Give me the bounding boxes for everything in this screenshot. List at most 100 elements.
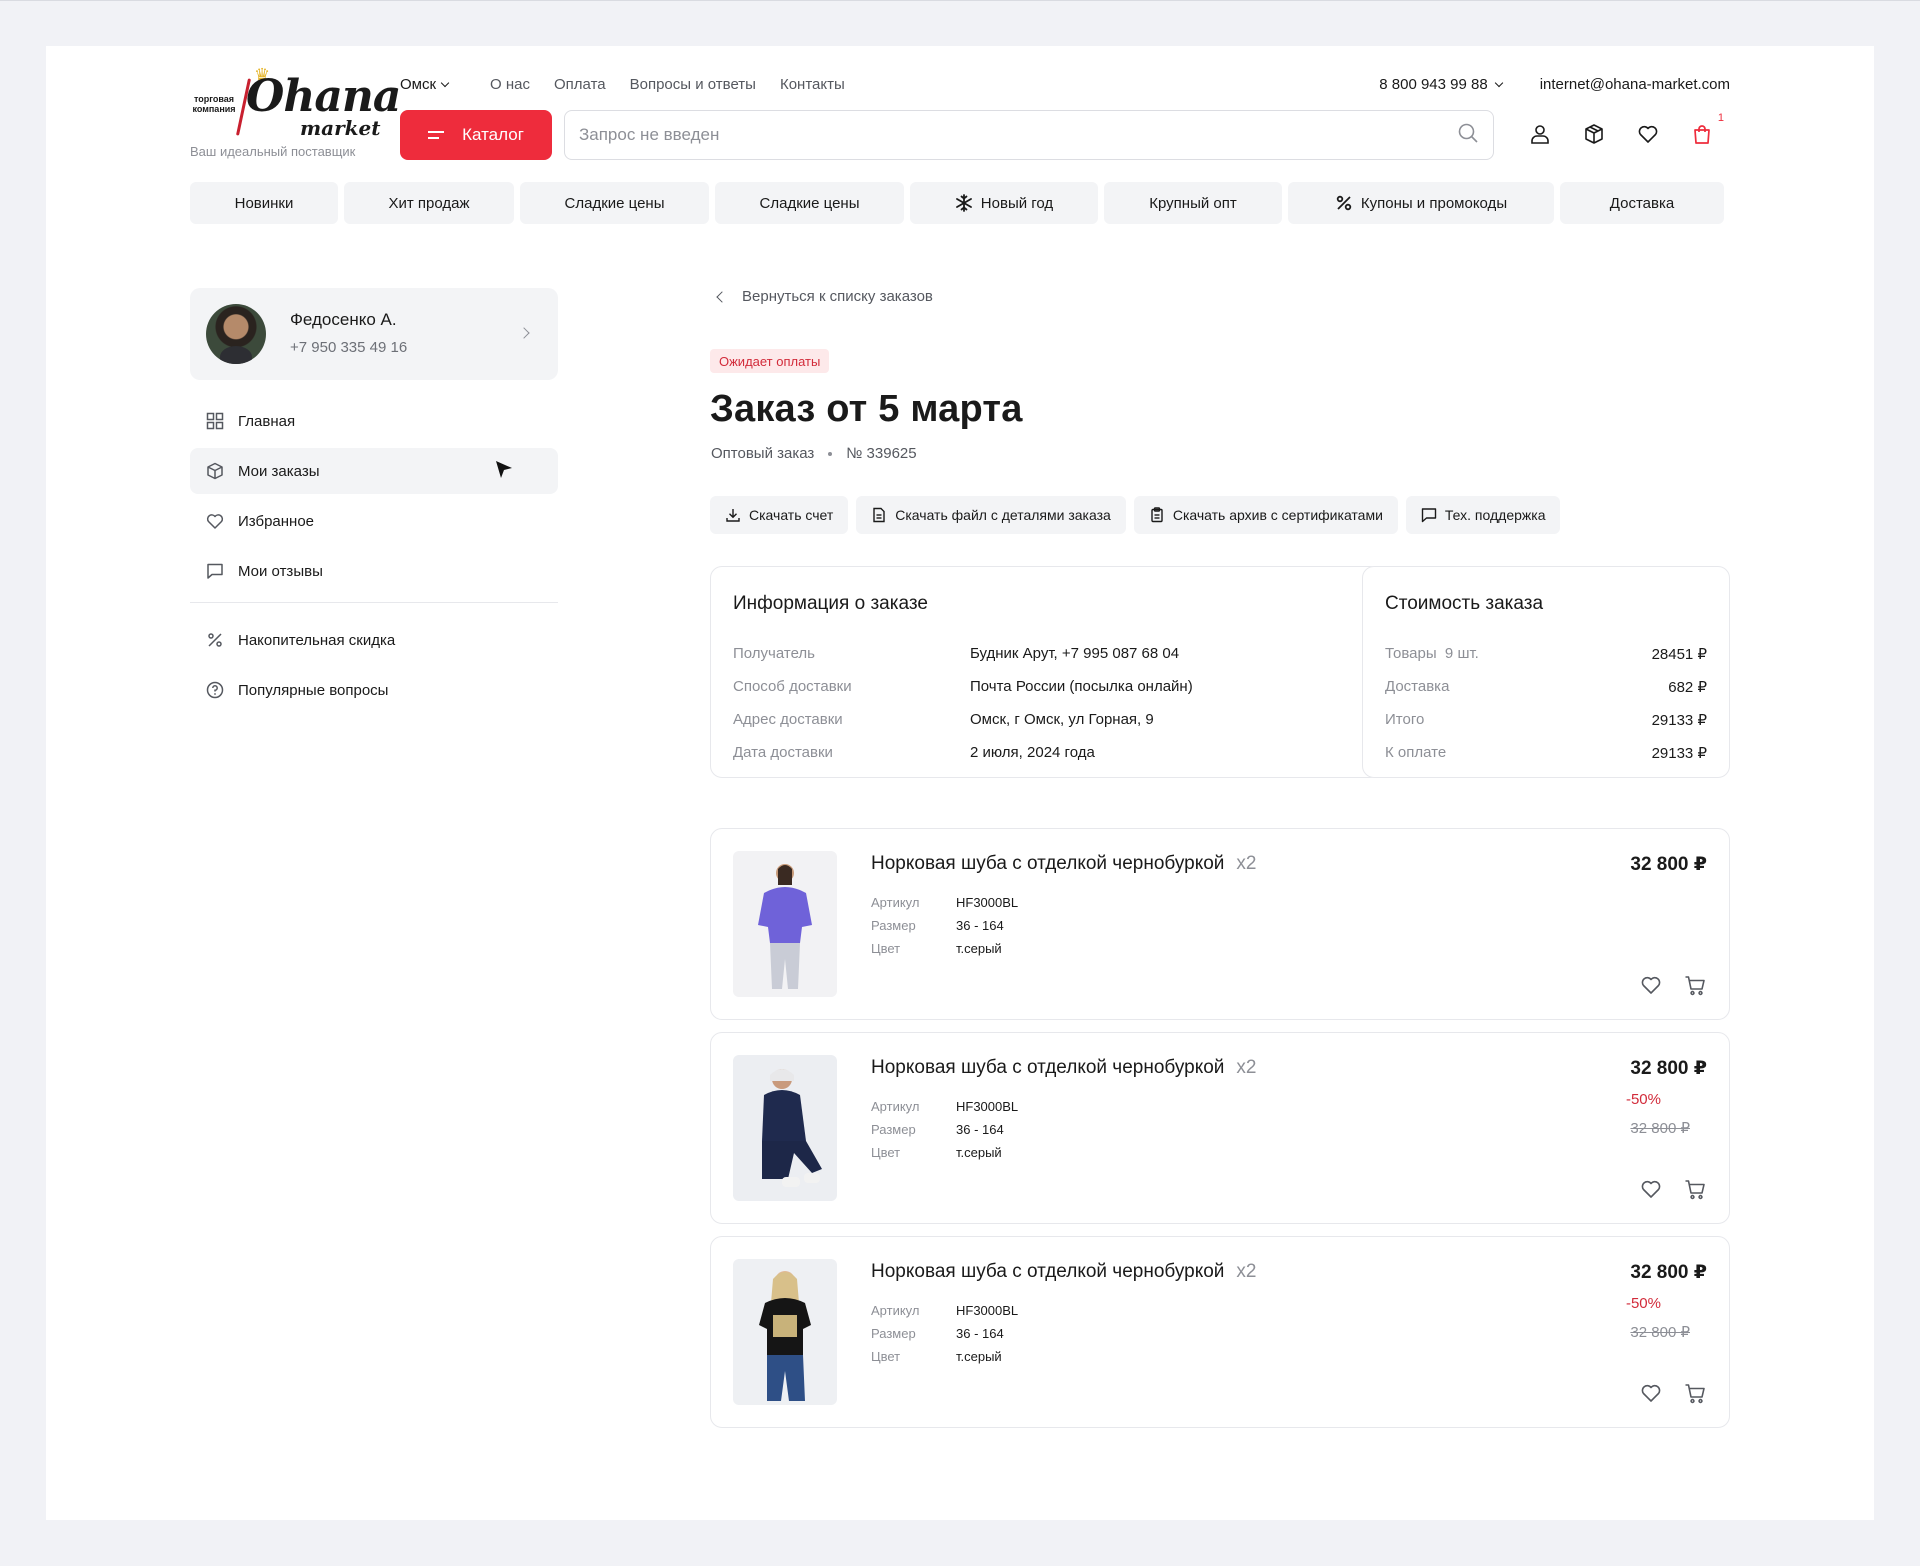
product-image[interactable] bbox=[733, 1055, 837, 1201]
cost-key: Итого bbox=[1385, 711, 1425, 728]
old-price: 32 800 ₽ bbox=[1630, 1120, 1690, 1137]
product-name[interactable]: Норковая шуба с отделкой чернобуркой bbox=[871, 1057, 1224, 1079]
add-to-cart-icon[interactable] bbox=[1683, 1177, 1707, 1201]
profile-phone: +7 950 335 49 16 bbox=[290, 339, 408, 356]
percent-icon bbox=[1336, 195, 1352, 211]
support-button[interactable]: Тех. поддержка bbox=[1405, 496, 1561, 534]
product-card: Норковая шуба с отделкой чернобуркой x2 А… bbox=[710, 1032, 1730, 1224]
product-photo bbox=[762, 1069, 822, 1187]
page-title: Заказ от 5 марта bbox=[710, 388, 1023, 430]
category-wholesale[interactable]: Крупный опт bbox=[1104, 182, 1282, 224]
logo-main-text: Ohana bbox=[246, 71, 401, 122]
logo-sub-text: market bbox=[300, 116, 381, 140]
prop-key: Размер bbox=[871, 1326, 916, 1341]
heart-icon[interactable] bbox=[1639, 1177, 1663, 1201]
action-label: Тех. поддержка bbox=[1444, 507, 1546, 523]
info-list: Получатель Будник Арут, +7 995 087 68 04 … bbox=[733, 637, 1359, 769]
sidebar-item-label: Популярные вопросы bbox=[238, 681, 389, 699]
logo[interactable]: торговая компания ♛ Ohana market bbox=[190, 56, 401, 156]
category-sweet-prices[interactable]: Сладкие цены bbox=[520, 182, 709, 224]
favorites-heart-icon[interactable] bbox=[1632, 118, 1664, 150]
heart-icon bbox=[206, 514, 224, 529]
top-divider bbox=[0, 0, 1920, 1]
prop-value: 36 - 164 bbox=[956, 1326, 1004, 1341]
category-hits[interactable]: Хит продаж bbox=[344, 182, 514, 224]
header-contacts: 8 800 943 99 88 internet@ohana-market.co… bbox=[1379, 66, 1730, 102]
category-label: Доставка bbox=[1609, 194, 1675, 212]
product-name[interactable]: Норковая шуба с отделкой чернобуркой bbox=[871, 853, 1224, 875]
info-key: Адрес доставки bbox=[733, 711, 843, 728]
category-new[interactable]: Новинки bbox=[190, 182, 338, 224]
nav-link-payment[interactable]: Оплата bbox=[554, 76, 606, 93]
download-details-button[interactable]: Скачать файл с деталями заказа bbox=[856, 496, 1126, 534]
prop-row-color: Цвет т.серый bbox=[871, 1141, 1018, 1164]
sidebar-item-discount[interactable]: Накопительная скидка bbox=[190, 617, 558, 663]
sidebar-item-label: Накопительная скидка bbox=[238, 631, 396, 649]
chat-icon bbox=[1421, 508, 1437, 523]
city-selector[interactable]: Омск bbox=[400, 75, 450, 93]
download-certificates-button[interactable]: Скачать архив с сертификатами bbox=[1133, 496, 1398, 534]
prop-row-article: Артикул HF3000BL bbox=[871, 1095, 1018, 1118]
heart-icon[interactable] bbox=[1639, 1381, 1663, 1405]
cost-value: 28451 ₽ bbox=[1651, 645, 1707, 663]
user-icon[interactable] bbox=[1524, 118, 1556, 150]
box-icon bbox=[207, 462, 223, 480]
prop-value: HF3000BL bbox=[956, 1099, 1019, 1114]
email-link[interactable]: internet@ohana-market.com bbox=[1540, 76, 1730, 93]
sidebar-nav: Главная Мои заказы Избранное Мои отзывы … bbox=[190, 398, 558, 717]
category-label: Сладкие цены bbox=[564, 194, 665, 212]
cost-row-delivery: Доставка 682 ₽ bbox=[1385, 670, 1707, 703]
search-icon[interactable] bbox=[1457, 122, 1479, 149]
prop-row-size: Размер 36 - 164 bbox=[871, 914, 1018, 937]
prop-row-article: Артикул HF3000BL bbox=[871, 891, 1018, 914]
profile-card[interactable]: Федосенко А. +7 950 335 49 16 bbox=[190, 288, 558, 380]
cost-key: Доставка bbox=[1385, 678, 1450, 695]
chevron-right-icon bbox=[518, 327, 530, 339]
discount-label: -50% bbox=[1625, 1091, 1661, 1108]
product-photo bbox=[758, 864, 812, 989]
cart-count-badge: 1 bbox=[1717, 112, 1724, 124]
info-value: Почта России (посылка онлайн) bbox=[970, 678, 1193, 695]
sidebar-item-favorites[interactable]: Избранное bbox=[190, 498, 558, 544]
info-value: 2 июля, 2024 года bbox=[970, 744, 1095, 761]
city-label: Омск bbox=[400, 75, 437, 93]
action-label: Скачать счет bbox=[749, 507, 834, 523]
download-invoice-button[interactable]: Скачать счет bbox=[710, 496, 849, 534]
category-label: Новинки bbox=[234, 194, 294, 212]
info-row-date: Дата доставки 2 июля, 2024 года bbox=[733, 736, 1359, 769]
category-sweet-prices-2[interactable]: Сладкие цены bbox=[715, 182, 904, 224]
catalog-button[interactable]: Каталог bbox=[400, 110, 552, 160]
nav-link-about[interactable]: О нас bbox=[490, 76, 530, 93]
product-qty: x2 bbox=[1236, 1261, 1257, 1282]
product-card: Норковая шуба с отделкой чернобуркой x2 А… bbox=[710, 1236, 1730, 1428]
nav-link-faq[interactable]: Вопросы и ответы bbox=[630, 76, 756, 93]
prop-key: Артикул bbox=[871, 1099, 920, 1114]
category-delivery[interactable]: Доставка bbox=[1560, 182, 1724, 224]
sidebar-item-reviews[interactable]: Мои отзывы bbox=[190, 548, 558, 594]
sidebar-item-faq[interactable]: Популярные вопросы bbox=[190, 667, 558, 713]
search-input[interactable] bbox=[579, 125, 1457, 145]
product-image[interactable] bbox=[733, 851, 837, 997]
chat-icon bbox=[207, 563, 223, 579]
phone-selector[interactable]: 8 800 943 99 88 bbox=[1379, 75, 1503, 93]
category-coupons[interactable]: Купоны и промокоды bbox=[1288, 182, 1554, 224]
order-subtitle: Оптовый заказ № 339625 bbox=[711, 445, 917, 462]
phone-number: 8 800 943 99 88 bbox=[1379, 75, 1488, 93]
sidebar-item-home[interactable]: Главная bbox=[190, 398, 558, 444]
sidebar-item-label: Мои отзывы bbox=[238, 562, 323, 580]
orders-box-icon[interactable] bbox=[1578, 118, 1610, 150]
nav-link-contacts[interactable]: Контакты bbox=[780, 76, 845, 93]
category-new-year[interactable]: Новый год bbox=[910, 182, 1098, 224]
category-bar: Новинки Хит продаж Сладкие цены Сладкие … bbox=[190, 182, 1730, 224]
back-to-orders-link[interactable]: Вернуться к списку заказов bbox=[712, 288, 933, 305]
add-to-cart-icon[interactable] bbox=[1683, 1381, 1707, 1405]
product-image[interactable] bbox=[733, 1259, 837, 1405]
add-to-cart-icon[interactable] bbox=[1683, 973, 1707, 997]
product-name[interactable]: Норковая шуба с отделкой чернобуркой bbox=[871, 1261, 1224, 1283]
prop-row-color: Цвет т.серый bbox=[871, 1345, 1018, 1368]
cart-bag-icon[interactable]: 1 bbox=[1686, 112, 1724, 150]
info-key: Получатель bbox=[733, 645, 815, 662]
category-label: Хит продаж bbox=[388, 194, 470, 212]
product-props: Артикул HF3000BL Размер 36 - 164 Цвет т.сер… bbox=[871, 1095, 1018, 1164]
heart-icon[interactable] bbox=[1639, 973, 1663, 997]
